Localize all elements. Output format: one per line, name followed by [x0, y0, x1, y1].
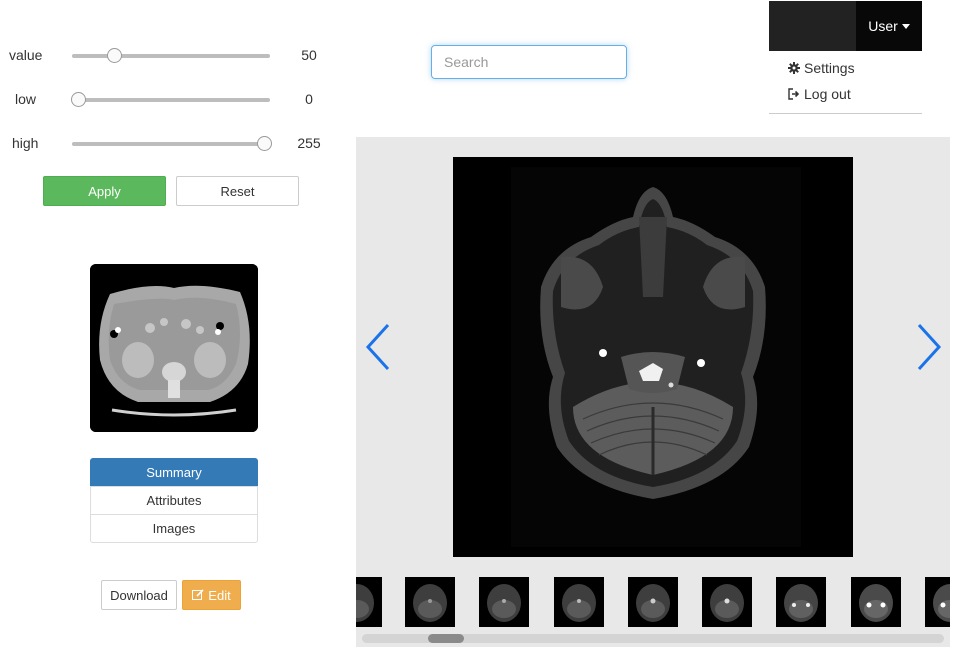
- filmstrip-thumbnail[interactable]: [356, 577, 382, 627]
- value-slider[interactable]: [72, 48, 270, 63]
- edit-button-label: Edit: [208, 587, 231, 603]
- low-slider[interactable]: [70, 92, 270, 107]
- caret-down-icon: [901, 23, 910, 29]
- filmstrip-thumbnail[interactable]: [479, 577, 529, 627]
- chevron-left-icon: [365, 323, 390, 371]
- menu-item-settings-label: Settings: [804, 60, 855, 76]
- filmstrip-thumbnail[interactable]: [405, 577, 455, 627]
- user-dropdown-label: User: [868, 18, 898, 34]
- value-slider-value: 50: [301, 47, 317, 63]
- menu-item-settings[interactable]: Settings: [788, 60, 855, 76]
- value-slider-thumb[interactable]: [106, 48, 122, 63]
- tab-summary[interactable]: Summary: [90, 458, 258, 487]
- reset-button[interactable]: Reset: [176, 176, 299, 206]
- search-input[interactable]: [431, 45, 627, 79]
- filmstrip-scroll-thumb[interactable]: [428, 634, 464, 643]
- filmstrip-thumbnail[interactable]: [776, 577, 826, 627]
- apply-button[interactable]: Apply: [43, 176, 166, 206]
- mri-main-image: [453, 157, 853, 557]
- user-dropdown-menu: Settings Log out: [769, 51, 922, 114]
- download-button[interactable]: Download: [101, 580, 177, 610]
- low-slider-label: low: [15, 91, 37, 107]
- filmstrip-thumbnail[interactable]: [628, 577, 678, 627]
- gear-icon: [788, 62, 800, 74]
- user-navbar: User: [769, 1, 922, 51]
- detail-tabs: Summary Attributes Images: [90, 458, 258, 543]
- thumbnail-filmstrip[interactable]: [356, 577, 950, 627]
- filmstrip-thumbnail[interactable]: [925, 577, 950, 627]
- sign-out-icon: [788, 88, 800, 100]
- previous-image-button[interactable]: [364, 322, 394, 372]
- next-image-button[interactable]: [913, 322, 943, 372]
- high-slider-label: high: [12, 135, 39, 151]
- user-dropdown-toggle[interactable]: User: [856, 1, 922, 51]
- tab-images[interactable]: Images: [90, 514, 258, 543]
- filmstrip-thumbnail[interactable]: [554, 577, 604, 627]
- chevron-right-icon: [917, 323, 942, 371]
- tab-attributes[interactable]: Attributes: [90, 486, 258, 515]
- filmstrip-thumbnail[interactable]: [702, 577, 752, 627]
- edit-icon: [192, 589, 204, 601]
- edit-button[interactable]: Edit: [182, 580, 241, 610]
- high-slider-row: high 255: [0, 132, 340, 156]
- filmstrip-scrollbar[interactable]: [362, 634, 944, 643]
- image-viewer: [356, 137, 950, 647]
- high-slider-thumb[interactable]: [257, 136, 273, 151]
- low-slider-value: 0: [305, 91, 313, 107]
- value-slider-row: value 50: [0, 44, 340, 68]
- ct-preview-image: [90, 264, 258, 432]
- menu-item-logout-label: Log out: [804, 86, 851, 102]
- filmstrip-thumbnail[interactable]: [851, 577, 901, 627]
- low-slider-row: low 0: [0, 88, 340, 112]
- high-slider[interactable]: [72, 136, 273, 151]
- low-slider-thumb[interactable]: [70, 92, 86, 107]
- menu-item-logout[interactable]: Log out: [788, 86, 851, 102]
- value-slider-label: value: [9, 47, 43, 63]
- high-slider-value: 255: [297, 135, 321, 151]
